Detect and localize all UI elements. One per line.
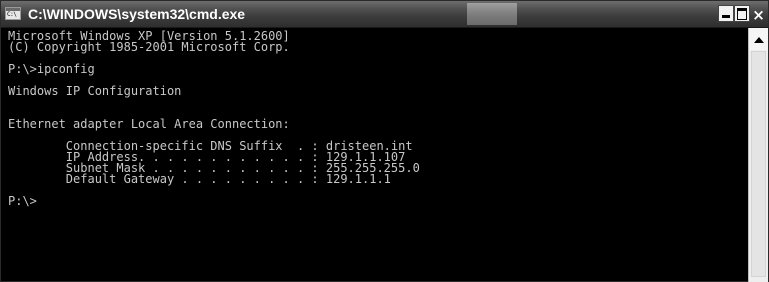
cmd-window: C:\ C:\WINDOWS\system32\cmd.exe × Micros…	[0, 0, 769, 282]
cmd-icon-prompt: C:\	[7, 11, 17, 18]
close-button[interactable]: ×	[750, 5, 767, 24]
title-bar-highlight	[467, 3, 517, 25]
vertical-scrollbar[interactable]	[748, 28, 768, 282]
scroll-up-arrow-icon	[754, 37, 764, 43]
console-line: Windows IP Configuration	[8, 84, 182, 98]
console-line: Default Gateway . . . . . . . . . : 129.…	[8, 172, 391, 186]
console-line: P:\>ipconfig	[8, 62, 95, 76]
title-bar[interactable]: C:\ C:\WINDOWS\system32\cmd.exe ×	[1, 1, 768, 28]
window-title: C:\WINDOWS\system32\cmd.exe	[28, 6, 246, 22]
scroll-up-button[interactable]	[749, 28, 768, 50]
cmd-icon[interactable]: C:\	[5, 7, 21, 20]
console-line: Ethernet adapter Local Area Connection:	[8, 117, 290, 131]
console-output[interactable]: Microsoft Windows XP [Version 5.1.2600] …	[3, 28, 747, 280]
scroll-thumb[interactable]	[751, 51, 766, 277]
minimize-icon	[722, 15, 730, 18]
minimize-button[interactable]	[718, 5, 734, 22]
maximize-button[interactable]	[734, 5, 750, 22]
console-line: (C) Copyright 1985-2001 Microsoft Corp.	[8, 40, 290, 54]
close-icon: ×	[752, 6, 765, 24]
console-line: P:\>	[8, 194, 37, 208]
maximize-icon	[737, 8, 747, 20]
